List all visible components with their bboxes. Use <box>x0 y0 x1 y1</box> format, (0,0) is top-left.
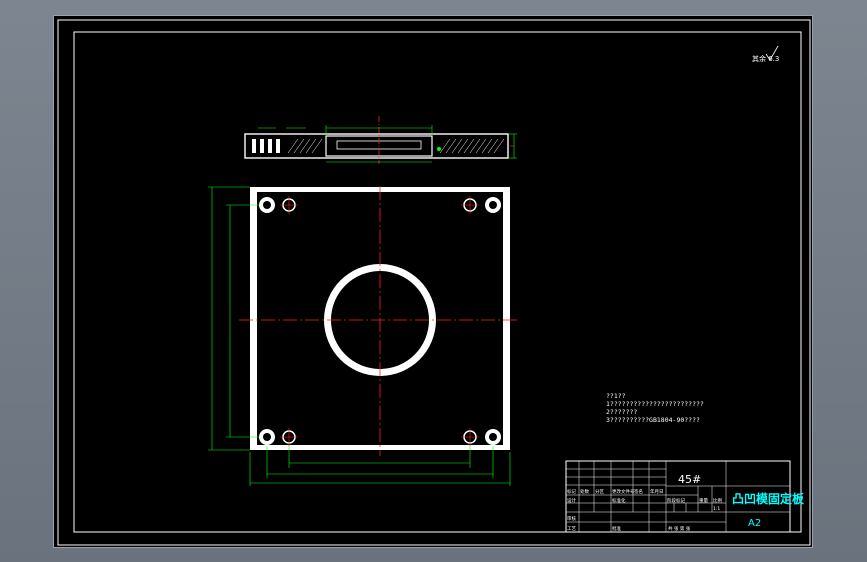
sheet-size: A2 <box>748 518 761 529</box>
plan-view <box>208 186 520 486</box>
svg-text:处数: 处数 <box>580 488 589 495</box>
roughness-symbol: 其余 6.3 <box>752 45 779 63</box>
svg-text:年月日: 年月日 <box>650 488 664 495</box>
svg-text:标记: 标记 <box>567 488 576 495</box>
svg-text:共 张 第 张: 共 张 第 张 <box>668 525 691 532</box>
material-label: 45# <box>678 473 701 486</box>
svg-text:工艺: 工艺 <box>567 526 576 532</box>
svg-text:1:1: 1:1 <box>713 506 720 512</box>
svg-text:审核: 审核 <box>567 515 576 522</box>
svg-text:更改文件号: 更改文件号 <box>612 488 635 495</box>
title-block: 45# 凸凹模固定板 A2 标记 处数 分区 更改文件号 签名 年月日 设计 标… <box>565 460 805 533</box>
note-line-1: ??1?? <box>606 392 626 400</box>
svg-text:设计: 设计 <box>567 497 576 504</box>
note-line-3: 2??????? <box>606 408 637 416</box>
drawing-sheet: 其余 6.3 ??1?? 1???????????????????????? 2… <box>57 19 811 546</box>
cad-viewport[interactable]: 其余 6.3 ??1?? 1???????????????????????? 2… <box>53 15 813 548</box>
section-view <box>244 116 517 164</box>
technical-notes: ??1?? 1???????????????????????? 2???????… <box>606 392 704 424</box>
svg-text:阶段标记: 阶段标记 <box>667 497 685 504</box>
svg-text:重量: 重量 <box>699 497 708 504</box>
part-name: 凸凹模固定板 <box>732 491 805 506</box>
note-line-2: 1???????????????????????? <box>606 400 704 408</box>
svg-text:比例: 比例 <box>713 497 722 504</box>
svg-text:其余 6.3: 其余 6.3 <box>752 54 779 63</box>
note-line-4: 3??????????GB1804-90???? <box>606 416 700 424</box>
svg-text:签名: 签名 <box>634 488 643 495</box>
svg-text:标准化: 标准化 <box>612 497 626 504</box>
svg-text:分区: 分区 <box>595 488 604 495</box>
svg-text:批准: 批准 <box>612 525 621 532</box>
